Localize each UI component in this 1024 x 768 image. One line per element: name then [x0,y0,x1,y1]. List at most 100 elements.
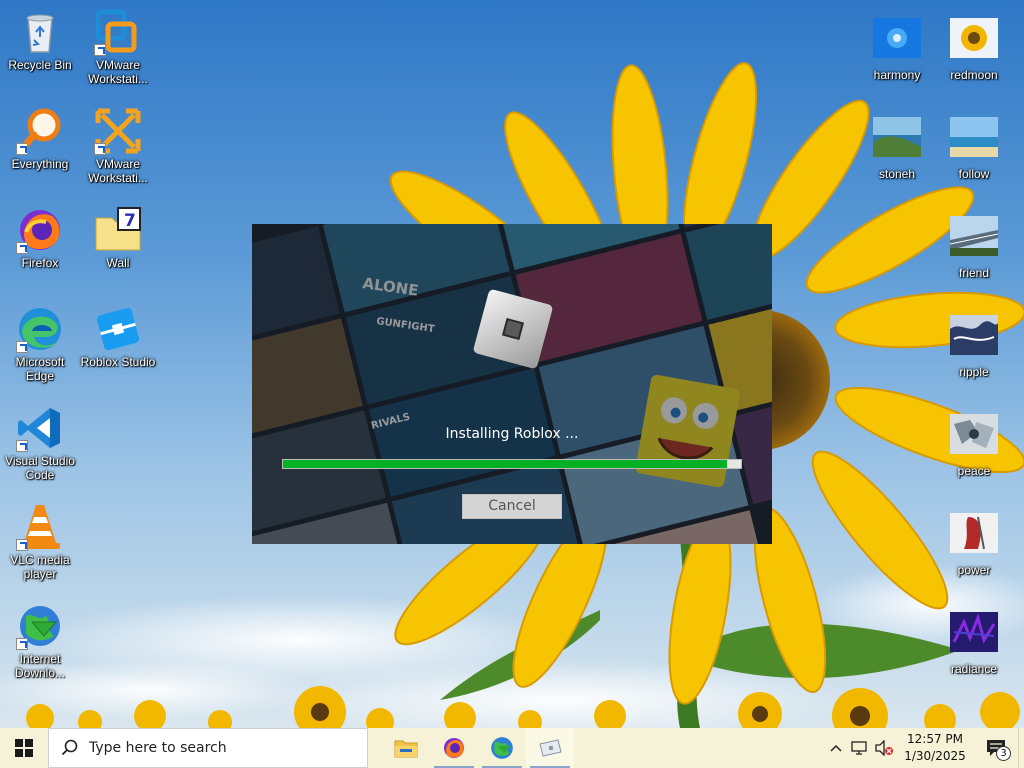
svg-text:7: 7 [124,211,136,231]
shortcut-arrow-icon [16,143,28,155]
taskbar-clock[interactable]: 12:57 PM 1/30/2025 [896,731,974,765]
peace-image-icon [950,414,998,462]
desktop-icon-label: Roblox Studio [80,355,156,369]
desktop-icon-label: Firefox [21,256,59,270]
follow-image-icon [950,117,998,165]
desktop-icon-label: Wall [106,256,130,270]
install-progress-fill [283,460,728,468]
roblox-installer-window: ALONE GUNFIGHT RIVALS Installing Roblox … [252,224,772,544]
vmware-icon [94,8,142,56]
taskbar-firefox[interactable] [430,728,478,768]
roblox-logo-icon [473,289,553,369]
edge-icon [16,305,64,353]
desktop-icon-label: Recycle Bin [8,58,72,72]
desktop-icon-recycle-bin[interactable]: Recycle Bin [0,2,80,72]
desktop-icon-roblox-studio[interactable]: Roblox Studio [78,299,158,369]
show-desktop-button[interactable] [1018,728,1024,768]
taskbar-internet-download-manager[interactable] [478,728,526,768]
desktop-icon-label: VMware Workstati... [88,157,148,185]
desktop-icon-microsoft-edge[interactable]: Microsoft Edge [0,299,80,383]
taskbar-roblox-installer[interactable] [526,728,574,768]
desktop-icon-label: Everything [11,157,69,171]
desktop-icon-label: harmony [873,68,921,82]
firefox-icon [16,206,64,254]
desktop-icon-label: ripple [959,365,989,379]
desktop-icon-firefox[interactable]: Firefox [0,200,80,270]
desktop-icon-label: follow [958,167,990,181]
everything-search-icon [16,107,64,155]
desktop-icon-everything[interactable]: Everything [0,101,80,171]
friend-image-icon [950,216,998,264]
install-status-text: Installing Roblox ... [445,426,579,442]
desktop-icon-label: VLC media player [10,553,70,581]
clock-date: 1/30/2025 [904,749,966,763]
folder-icon [394,740,418,758]
desktop-icon-internet-download-manager[interactable]: Internet Downlo... [0,596,80,680]
desktop-icon-ripple[interactable]: ripple [934,309,1014,379]
radiance-image-icon [950,612,998,660]
install-progress-bar [282,459,742,469]
shortcut-arrow-icon [16,341,28,353]
taskbar: Type here to search 12:57 PM 1/30/2025 3 [0,728,1024,768]
taskbar-search-box[interactable]: Type here to search [48,728,368,768]
search-placeholder: Type here to search [89,740,227,756]
wall-document-icon: 7 [94,206,142,254]
roblox-installer-icon [539,739,562,757]
shortcut-arrow-icon [94,143,106,155]
firefox-icon [444,738,464,758]
chevron-up-icon [830,744,842,752]
desktop-icon-vlc[interactable]: VLC media player [0,497,80,581]
notification-count-badge: 3 [996,746,1011,761]
desktop-icon-label: redmoon [950,68,998,82]
desktop-icon-label: stoneh [878,167,916,181]
shortcut-arrow-icon [16,638,28,650]
desktop-icon-label: Visual Studio Code [5,454,75,482]
harmony-image-icon [873,18,921,66]
desktop-icon-label: friend [958,266,990,280]
desktop-icon-vmware-workstation[interactable]: VMware Workstati... [78,2,158,86]
cancel-button[interactable]: Cancel [462,494,562,519]
desktop-icon-label: Microsoft Edge [15,355,65,383]
desktop-icon-peace[interactable]: peace [934,408,1014,478]
volume-muted-icon [875,740,893,756]
roblox-studio-icon [94,305,142,353]
desktop-icon-visual-studio-code[interactable]: Visual Studio Code [0,398,80,482]
desktop-icon-label: Internet Downlo... [14,652,66,680]
desktop-icon-label: peace [957,464,991,478]
desktop-icon-power[interactable]: power [934,507,1014,577]
taskbar-file-explorer[interactable] [382,728,430,768]
vmware-orange-icon [94,107,142,155]
desktop-icon-harmony[interactable]: harmony [857,12,937,82]
start-button[interactable] [0,728,48,768]
clock-time: 12:57 PM [907,732,963,746]
vscode-icon [16,404,64,452]
desktop-icon-label: VMware Workstati... [88,58,148,86]
shortcut-arrow-icon [16,440,28,452]
desktop-icon-redmoon[interactable]: redmoon [934,12,1014,82]
desktop-icon-friend[interactable]: friend [934,210,1014,280]
internet-download-manager-icon [16,602,64,650]
shortcut-arrow-icon [16,539,28,551]
internet-download-manager-icon [491,737,513,759]
desktop-icon-stoneh[interactable]: stoneh [857,111,937,181]
network-icon [851,741,867,755]
power-image-icon [950,513,998,561]
search-icon [61,739,78,756]
desktop-icon-label: power [957,563,991,577]
redmoon-image-icon [950,18,998,66]
show-hidden-icons-button[interactable] [824,728,848,768]
network-tray-button[interactable] [848,728,872,768]
stoneh-image-icon [873,117,921,165]
desktop-icon-vmware-workstation-2[interactable]: VMware Workstati... [78,101,158,185]
vlc-icon [16,503,64,551]
desktop-icon-radiance[interactable]: radiance [934,606,1014,676]
shortcut-arrow-icon [16,242,28,254]
shortcut-arrow-icon [94,44,106,56]
recycle-bin-icon [16,8,64,56]
desktop: Recycle Bin VMware Workstati... Everythi… [0,0,1024,728]
ripple-image-icon [950,315,998,363]
volume-tray-button[interactable] [872,728,896,768]
action-center-button[interactable]: 3 [974,728,1018,768]
desktop-icon-follow[interactable]: follow [934,111,1014,181]
desktop-icon-wall[interactable]: 7 Wall [78,200,158,270]
